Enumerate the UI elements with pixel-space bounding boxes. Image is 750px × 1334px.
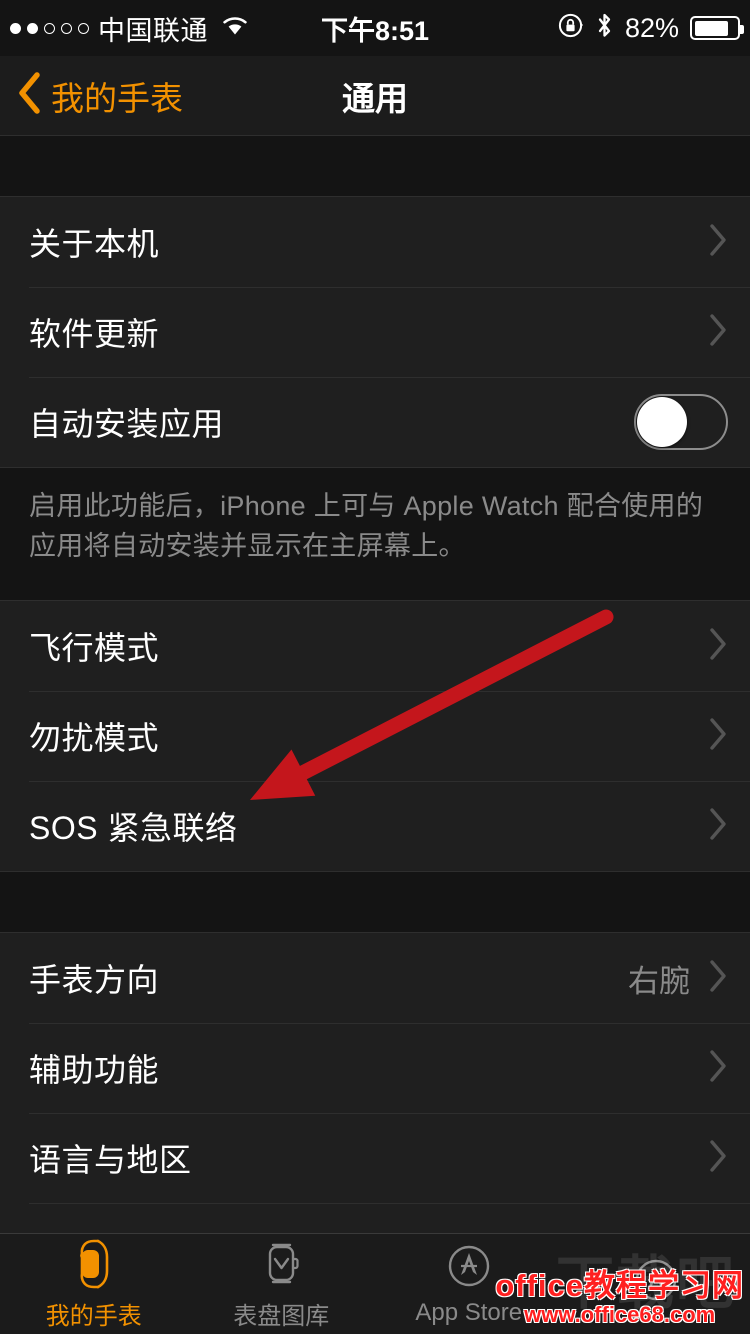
settings-row-accessibility[interactable]: 辅助功能 <box>0 1023 750 1113</box>
bluetooth-icon <box>595 11 614 45</box>
status-bar: 中国联通 下午8:51 82% <box>0 0 750 56</box>
tab-my-watch[interactable]: 我的手表 <box>0 1234 188 1334</box>
app-store-icon <box>630 1255 682 1309</box>
battery-percentage: 82% <box>624 12 679 43</box>
tab-face-gallery[interactable]: 表盘图库 <box>188 1234 376 1334</box>
rotation-lock-icon <box>557 12 584 44</box>
section-gap <box>0 872 750 932</box>
settings-row-airplane-mode[interactable]: 飞行模式 <box>0 601 750 691</box>
settings-row-about[interactable]: 关于本机 <box>0 197 750 287</box>
chevron-right-icon <box>708 717 728 756</box>
settings-section-watch-options: 手表方向 右腕 辅助功能 语言与地区 <box>0 932 750 1233</box>
status-bar-right: 82% <box>557 11 744 45</box>
chevron-right-icon <box>708 1049 728 1088</box>
settings-row-language-region[interactable]: 语言与地区 <box>0 1113 750 1203</box>
tab-label: 我的手表 <box>45 1302 142 1330</box>
section-gap <box>0 136 750 196</box>
settings-row-partial[interactable] <box>0 1203 750 1233</box>
navigation-bar: 我的手表 通用 <box>0 56 750 136</box>
settings-row-watch-orientation[interactable]: 手表方向 右腕 <box>0 933 750 1023</box>
row-value: 右腕 <box>628 963 690 999</box>
section-footer-note: 启用此功能后，iPhone 上可与 Apple Watch 配合使用的应用将自动… <box>0 468 750 600</box>
settings-row-software-update[interactable]: 软件更新 <box>0 287 750 377</box>
tab-fourth[interactable] <box>563 1234 750 1334</box>
row-label: SOS 紧急联络 <box>29 810 238 846</box>
settings-row-do-not-disturb[interactable]: 勿扰模式 <box>0 691 750 781</box>
tab-app-store[interactable]: App Store <box>375 1234 563 1334</box>
toggle-knob <box>637 397 687 447</box>
battery-icon <box>690 16 744 40</box>
chevron-right-icon <box>708 223 728 262</box>
row-label: 软件更新 <box>29 316 160 352</box>
page-title: 通用 <box>342 79 408 117</box>
chevron-right-icon <box>708 627 728 666</box>
settings-row-auto-install-apps[interactable]: 自动安装应用 <box>0 377 750 467</box>
app-store-icon <box>443 1241 495 1295</box>
row-label: 飞行模式 <box>29 630 160 666</box>
chevron-right-icon <box>708 959 728 998</box>
tab-label: 表盘图库 <box>233 1302 330 1330</box>
settings-row-sos-emergency[interactable]: SOS 紧急联络 <box>0 781 750 871</box>
settings-section-general: 关于本机 软件更新 自动安装应用 <box>0 196 750 468</box>
iphone-screen: 中国联通 下午8:51 82% 我的手表 通用 关于本机 软件更新 自动安装应用… <box>0 0 750 1334</box>
watch-face-gallery-icon <box>255 1238 307 1292</box>
row-label: 自动安装应用 <box>29 406 225 442</box>
tab-bar: 我的手表 表盘图库 App Store <box>0 1233 750 1334</box>
chevron-right-icon <box>708 807 728 846</box>
tab-label: App Store <box>415 1299 523 1326</box>
auto-install-apps-toggle[interactable] <box>634 394 728 450</box>
watch-icon <box>68 1238 120 1292</box>
chevron-right-icon <box>708 313 728 352</box>
settings-section-modes: 飞行模式 勿扰模式 SOS 紧急联络 <box>0 600 750 872</box>
row-label: 手表方向 <box>29 962 160 998</box>
row-label: 语言与地区 <box>29 1142 192 1178</box>
row-label: 勿扰模式 <box>29 720 160 756</box>
row-label: 关于本机 <box>29 226 160 262</box>
chevron-right-icon <box>708 1139 728 1178</box>
row-label: 辅助功能 <box>29 1052 160 1088</box>
settings-list[interactable]: 关于本机 软件更新 自动安装应用 启用此功能后，iPhone 上可与 Apple… <box>0 136 750 1233</box>
